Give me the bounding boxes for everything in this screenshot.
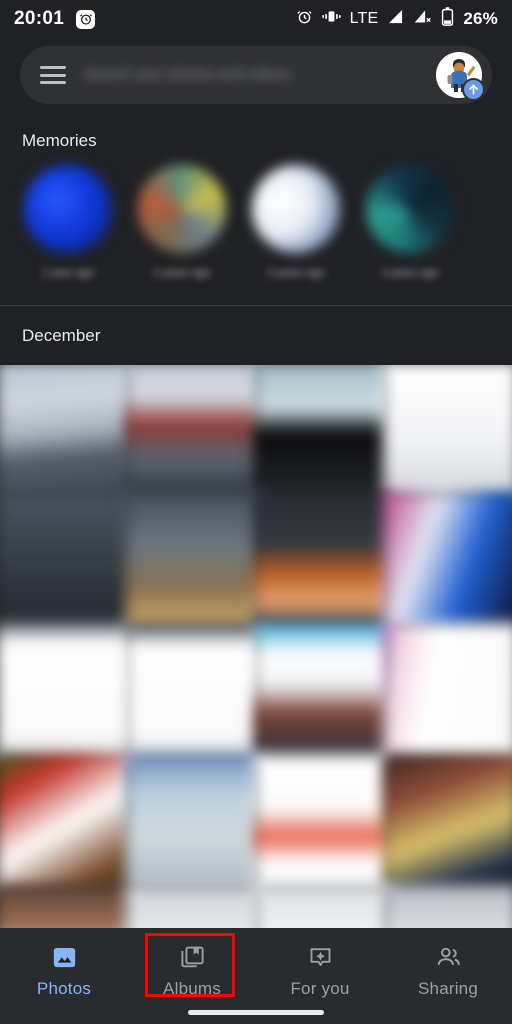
nav-tab-sharing[interactable]: Sharing — [384, 936, 512, 1024]
network-type-label: LTE — [349, 10, 379, 27]
memory-label: 4 years ago — [381, 267, 439, 279]
upload-arrow-icon[interactable] — [462, 78, 485, 101]
photo-tile[interactable] — [125, 754, 261, 892]
photo-tile[interactable] — [0, 885, 132, 928]
search-input[interactable]: Search your photos and videos — [84, 62, 426, 88]
memory-label: 1 year ago — [42, 267, 94, 279]
photo-tile[interactable] — [0, 623, 132, 761]
hamburger-menu-icon[interactable] — [40, 66, 66, 84]
memory-thumbnail — [24, 165, 112, 253]
memory-label: 3 years ago — [267, 267, 325, 279]
memory-thumbnail — [138, 165, 226, 253]
search-bar[interactable]: Search your photos and videos — [20, 46, 492, 104]
photos-image-icon — [49, 942, 79, 972]
google-photos-app: 20:01 LTE 26% Search your photos and vid… — [0, 0, 512, 1024]
status-bar: 20:01 LTE 26% — [0, 0, 512, 38]
signal-no-service-icon — [413, 9, 432, 29]
memory-item[interactable]: 4 years ago — [364, 165, 456, 295]
battery-percent-label: 26% — [463, 9, 498, 28]
photo-tile[interactable] — [125, 492, 261, 630]
gesture-home-indicator — [188, 1010, 324, 1015]
battery-icon — [441, 7, 454, 31]
photo-tile[interactable] — [125, 365, 261, 499]
status-time: 20:01 — [14, 8, 65, 29]
nav-label-photos: Photos — [36, 979, 92, 998]
photo-tile[interactable] — [0, 365, 132, 499]
photo-tile[interactable] — [383, 623, 512, 761]
photo-tile[interactable] — [254, 365, 390, 499]
photo-tile[interactable] — [383, 885, 512, 928]
memory-thumbnail — [252, 165, 340, 253]
memory-thumbnail — [366, 165, 454, 253]
photo-grid[interactable] — [0, 365, 512, 928]
nav-tab-photos[interactable]: Photos — [0, 936, 128, 1024]
vibrate-icon — [321, 9, 341, 29]
memory-item[interactable]: 1 year ago — [22, 165, 114, 295]
alarm-clock-icon — [76, 9, 96, 29]
signal-bars-icon — [387, 9, 404, 29]
nav-label-sharing: Sharing — [418, 979, 478, 998]
account-avatar[interactable] — [436, 52, 485, 101]
photo-tile[interactable] — [254, 623, 390, 761]
memory-item[interactable]: 2 years ago — [136, 165, 228, 295]
bottom-navigation-bar: Photos Albums For you Sharing — [0, 928, 512, 1024]
photo-tile[interactable] — [125, 885, 261, 928]
albums-book-icon — [177, 942, 207, 972]
month-header: December — [22, 326, 100, 346]
photo-tile[interactable] — [125, 623, 261, 761]
photo-tile[interactable] — [383, 365, 512, 499]
nav-label-for-you: For you — [290, 979, 350, 998]
photo-tile[interactable] — [0, 492, 132, 630]
memory-label: 2 years ago — [153, 267, 211, 279]
memory-item[interactable]: 3 years ago — [250, 165, 342, 295]
month-header-text: December — [22, 326, 101, 345]
photo-tile[interactable] — [383, 754, 512, 892]
photo-tile[interactable] — [383, 492, 512, 630]
photo-tile[interactable] — [0, 754, 132, 892]
sharing-people-icon — [433, 942, 463, 972]
for-you-sparkle-icon — [305, 942, 335, 972]
section-divider — [0, 305, 512, 306]
search-bar-container: Search your photos and videos — [20, 46, 492, 104]
nav-label-albums: Albums — [163, 979, 221, 998]
photo-tile[interactable] — [254, 885, 390, 928]
status-bar-left: 20:01 — [14, 8, 96, 30]
status-bar-right: LTE 26% — [296, 7, 498, 31]
alarm-clock-icon — [296, 8, 313, 30]
memories-carousel[interactable]: 1 year ago 2 years ago 3 years ago 4 years … — [0, 165, 512, 295]
memories-title-text: Memories — [22, 131, 97, 150]
memories-section-title: Memories — [22, 131, 97, 151]
photo-tile[interactable] — [254, 492, 390, 630]
photo-tile[interactable] — [254, 754, 390, 892]
